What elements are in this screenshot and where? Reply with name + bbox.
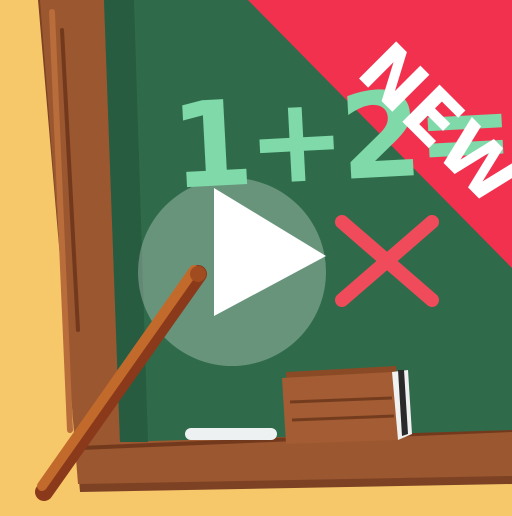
chalk-stick xyxy=(185,428,277,440)
eraser xyxy=(282,366,412,444)
game-scene: 1+2= NEW xyxy=(0,0,512,512)
